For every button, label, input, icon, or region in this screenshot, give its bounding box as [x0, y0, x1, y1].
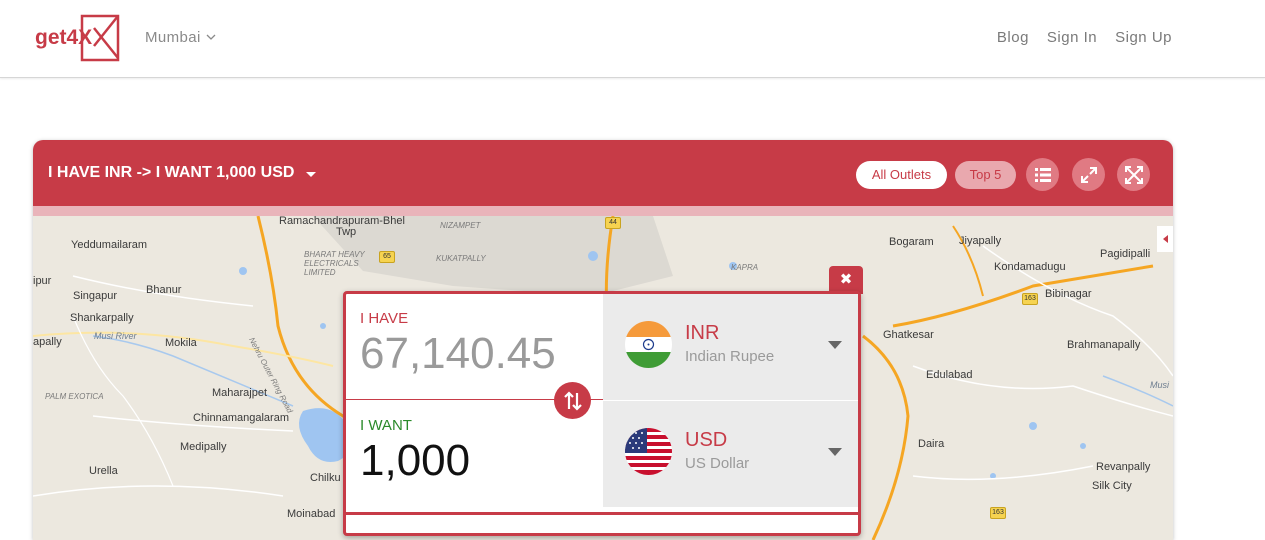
- map-label: Twp: [336, 226, 357, 238]
- highway-shield: 163: [990, 507, 1006, 519]
- map-label: Bogaram: [889, 236, 934, 248]
- map-label: Jiyapally: [959, 235, 1002, 247]
- want-currency-select[interactable]: USD US Dollar: [603, 401, 858, 507]
- top-navbar: get4X Mumbai Blog Sign In Sign Up: [0, 0, 1265, 78]
- have-label: I HAVE: [360, 310, 409, 327]
- close-converter-button[interactable]: ✖: [829, 266, 863, 294]
- have-row: I HAVE INR Indian Rupee: [346, 294, 858, 400]
- have-currency-name: Indian Rupee: [685, 348, 775, 365]
- want-row: I WANT USD US Dollar: [346, 401, 858, 507]
- city-selector[interactable]: Mumbai: [145, 29, 216, 46]
- chevron-down-icon: [206, 34, 216, 40]
- india-flag-icon: [625, 321, 672, 368]
- all-outlets-button[interactable]: All Outlets: [856, 161, 947, 189]
- list-icon: [1034, 167, 1051, 182]
- have-currency-code: INR: [685, 322, 720, 344]
- nav-link-blog[interactable]: Blog: [997, 29, 1029, 46]
- map-label: BHARAT HEAVY ELECTRICALS LIMITED: [304, 250, 365, 277]
- want-currency-name: US Dollar: [685, 455, 750, 472]
- get4x-logo[interactable]: get4X: [34, 14, 122, 64]
- exchange-summary-dropdown[interactable]: I HAVE INR -> I WANT 1,000 USD: [48, 164, 317, 182]
- expand-button[interactable]: [1072, 158, 1105, 191]
- close-icon: ✖: [839, 271, 853, 288]
- have-amount-input[interactable]: [360, 328, 590, 380]
- highway-shield: 44: [605, 217, 621, 229]
- map-label: Chinnamangalaram: [193, 412, 289, 424]
- us-flag-icon: [625, 428, 672, 475]
- map-label: Musi River: [94, 331, 137, 341]
- card-header: I HAVE INR -> I WANT 1,000 USD All Outle…: [33, 140, 1173, 216]
- have-currency-select[interactable]: INR Indian Rupee: [603, 294, 858, 400]
- top5-button[interactable]: Top 5: [955, 161, 1016, 189]
- map-label: Bhanur: [146, 284, 182, 296]
- svg-text:get4X: get4X: [35, 26, 92, 49]
- map-label: KAPRA: [731, 263, 759, 272]
- dropdown-arrow-icon: [828, 448, 842, 456]
- caret-down-icon: [306, 171, 317, 177]
- want-amount-input[interactable]: [360, 435, 590, 487]
- swap-currencies-button[interactable]: [554, 382, 591, 419]
- map-label: Moinabad: [287, 508, 336, 520]
- fullscreen-button[interactable]: [1117, 158, 1150, 191]
- want-label: I WANT: [360, 417, 412, 434]
- map-label: Musi: [1150, 380, 1170, 390]
- want-currency-code: USD: [685, 429, 728, 451]
- map-label: Revanpally: [1096, 461, 1151, 473]
- map-label: Urella: [89, 465, 118, 477]
- map-label: Shankarpally: [70, 312, 134, 324]
- city-label: Mumbai: [145, 29, 201, 46]
- map-side-toggle[interactable]: [1157, 226, 1173, 252]
- currency-converter: I HAVE INR Indian Rupee I WANT: [343, 291, 861, 536]
- map-label: Chilku: [310, 472, 341, 484]
- map-label: Singapur: [73, 290, 118, 302]
- converter-footer-divider: [346, 512, 858, 522]
- map-label: NIZAMPET: [440, 221, 481, 230]
- dropdown-arrow-icon: [828, 341, 842, 349]
- map-label: Daira: [918, 438, 945, 450]
- map-label: Bibinagar: [1045, 288, 1092, 300]
- highway-shield: 65: [379, 251, 395, 263]
- nav-links: Blog Sign In Sign Up: [997, 29, 1172, 46]
- map-label: Medipally: [180, 441, 227, 453]
- map-label: apally: [33, 336, 62, 348]
- map-label: Brahmanapally: [1067, 339, 1141, 351]
- nav-link-sign-in[interactable]: Sign In: [1047, 29, 1097, 46]
- map-label: Pagidipalli: [1100, 248, 1151, 260]
- expand-icon: [1080, 166, 1097, 183]
- fullscreen-icon: [1124, 165, 1143, 184]
- nav-link-sign-up[interactable]: Sign Up: [1115, 29, 1172, 46]
- map-label: Ghatkesar: [883, 329, 934, 341]
- list-view-button[interactable]: [1026, 158, 1059, 191]
- map-label: Mokila: [165, 337, 197, 349]
- map-label: PALM EXOTICA: [45, 392, 104, 401]
- map-label: ipur: [33, 275, 52, 287]
- swap-icon: [563, 390, 582, 411]
- map-label: Maharajpet: [212, 387, 268, 399]
- chevron-left-icon: [1162, 235, 1168, 243]
- map-label: Kondamadugu: [994, 261, 1066, 273]
- highway-shield: 163: [1022, 293, 1038, 305]
- map-label: KUKATPALLY: [436, 254, 486, 263]
- exchange-summary: I HAVE INR -> I WANT 1,000 USD: [48, 164, 295, 181]
- map-label: Yeddumailaram: [71, 239, 148, 251]
- map-label: Edulabad: [926, 369, 973, 381]
- header-strip: [33, 206, 1173, 216]
- map-label: Silk City: [1092, 480, 1132, 492]
